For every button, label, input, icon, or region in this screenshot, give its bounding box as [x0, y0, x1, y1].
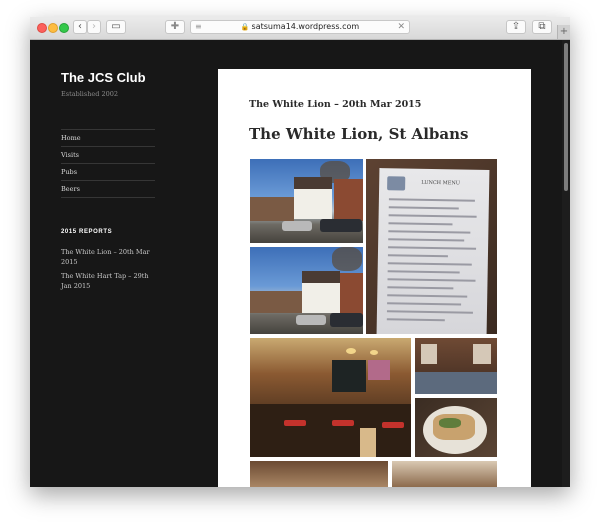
show-tabs-icon[interactable]: ⧉	[532, 20, 552, 34]
menu-card-heading: LUNCH MENU	[421, 179, 461, 187]
lock-icon: 🔒	[240, 23, 250, 31]
post-content: The White Lion – 20th Mar 2015 The White…	[218, 69, 531, 487]
share-icon[interactable]: ⇪	[506, 20, 526, 34]
gallery-photo-menu[interactable]: LUNCH MENU	[366, 159, 497, 334]
site-description: Established 2002	[61, 90, 119, 98]
gallery-photo-interior[interactable]	[415, 338, 497, 394]
nav-item-home[interactable]: Home	[61, 129, 155, 146]
browser-window: ‹ › ▭ ✚ ≡ 🔒 satsuma14.wordpress.com ✕ ⇪ ⧉…	[30, 17, 570, 487]
gallery-photo-food[interactable]	[415, 398, 497, 457]
nav-item-pubs[interactable]: Pubs	[61, 163, 155, 180]
address-bar[interactable]: ≡ 🔒 satsuma14.wordpress.com ✕	[190, 20, 410, 34]
main-navigation: Home Visits Pubs Beers	[61, 129, 155, 198]
back-icon[interactable]: ‹	[73, 20, 87, 34]
post-heading: The White Lion, St Albans	[249, 125, 469, 143]
gallery-photo-bottom-2[interactable]	[392, 461, 497, 487]
nav-item-visits[interactable]: Visits	[61, 146, 155, 163]
report-link-white-lion[interactable]: The White Lion – 20th Mar 2015	[61, 247, 159, 267]
site-sidebar: The JCS Club Established 2002 Home Visit…	[30, 40, 188, 487]
close-window-button[interactable]	[37, 23, 47, 33]
gallery-photo-street-2[interactable]	[250, 247, 363, 334]
gallery-photo-bar[interactable]	[250, 338, 411, 457]
widget-list: The White Lion – 20th Mar 2015 The White…	[61, 247, 159, 295]
forward-icon[interactable]: ›	[87, 20, 101, 34]
sidebar-toggle-icon[interactable]: ▭	[106, 20, 126, 34]
new-tab-icon[interactable]: +	[557, 25, 570, 39]
gallery-photo-street-1[interactable]	[250, 159, 363, 243]
browser-toolbar: ‹ › ▭ ✚ ≡ 🔒 satsuma14.wordpress.com ✕ ⇪ ⧉	[30, 17, 570, 40]
page-scrollbar[interactable]	[562, 40, 570, 487]
minimize-window-button[interactable]	[48, 23, 58, 33]
widget-title: 2015 Reports	[61, 229, 113, 235]
reader-icon[interactable]: ≡	[195, 21, 202, 33]
menu-card: LUNCH MENU	[376, 168, 490, 334]
zoom-window-button[interactable]	[59, 23, 69, 33]
site-title[interactable]: The JCS Club	[61, 70, 146, 85]
gallery-photo-bottom-1[interactable]	[250, 461, 388, 487]
nav-item-beers[interactable]: Beers	[61, 180, 155, 198]
url-text: satsuma14.wordpress.com	[251, 22, 360, 31]
scrollbar-thumb[interactable]	[564, 43, 568, 191]
extension-icon[interactable]: ✚	[165, 20, 185, 34]
report-link-white-hart[interactable]: The White Hart Tap – 29th Jan 2015	[61, 271, 159, 291]
stop-reload-icon[interactable]: ✕	[397, 21, 405, 33]
post-title-link[interactable]: The White Lion – 20th Mar 2015	[249, 99, 421, 110]
